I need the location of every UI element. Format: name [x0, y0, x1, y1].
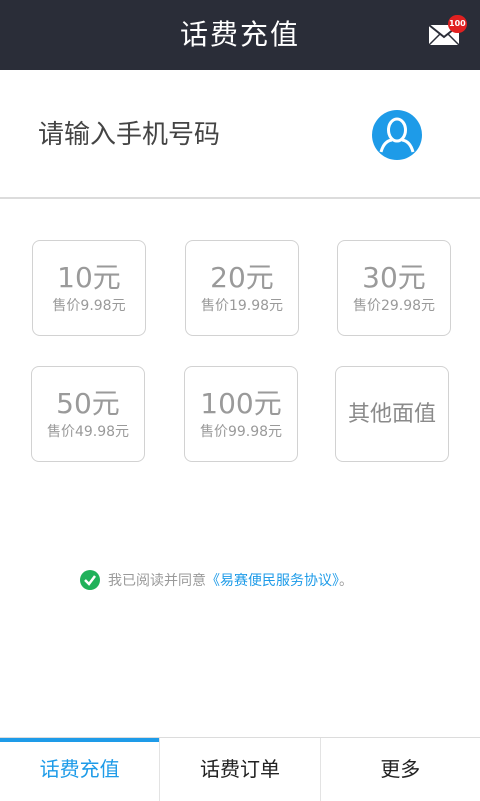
denomination-30[interactable]: 30元 售价29.98元 — [337, 240, 451, 336]
denomination-20[interactable]: 20元 售价19.98元 — [185, 240, 299, 336]
denomination-price: 售价49.98元 — [46, 424, 130, 440]
agreement-text: 我已阅读并同意 — [108, 573, 206, 589]
denomination-price: 售价29.98元 — [352, 298, 436, 314]
agreement-suffix: 。 — [339, 573, 353, 589]
bottom-tab-bar: 话费充值 话费订单 更多 — [0, 737, 480, 801]
messages-button[interactable]: 100 — [428, 15, 467, 46]
denomination-price: 售价99.98元 — [199, 424, 283, 440]
denomination-50[interactable]: 50元 售价49.98元 — [31, 366, 145, 462]
denomination-10[interactable]: 10元 售价9.98元 — [32, 240, 146, 336]
unread-badge: 100 — [448, 15, 467, 33]
phone-number-input[interactable] — [38, 110, 358, 160]
denomination-amount: 30元 — [362, 261, 426, 294]
tab-more[interactable]: 更多 — [319, 738, 480, 801]
tab-orders[interactable]: 话费订单 — [159, 738, 319, 801]
page-title: 话费充值 — [179, 18, 300, 51]
contact-person-icon — [379, 117, 415, 153]
agreement-row: 我已阅读并同意《易赛便民服务协议》。 — [80, 570, 353, 592]
denomination-amount: 10元 — [57, 261, 121, 294]
denomination-amount: 50元 — [56, 387, 120, 420]
agree-checkbox[interactable] — [80, 570, 100, 590]
contacts-button[interactable] — [372, 110, 422, 160]
app-header: 话费充值 100 — [0, 0, 480, 70]
denomination-other[interactable]: 其他面值 — [335, 366, 449, 462]
denomination-100[interactable]: 100元 售价99.98元 — [184, 366, 298, 462]
check-icon — [84, 575, 96, 586]
denomination-amount: 100元 — [200, 387, 282, 420]
phone-input-row — [0, 70, 480, 199]
denomination-amount: 20元 — [210, 261, 274, 294]
denomination-other-label: 其他面值 — [347, 402, 436, 427]
denomination-price: 售价9.98元 — [52, 298, 126, 314]
tab-recharge[interactable]: 话费充值 — [0, 738, 160, 801]
denomination-price: 售价19.98元 — [200, 298, 284, 314]
agreement-link[interactable]: 《易赛便民服务协议》 — [206, 573, 339, 589]
